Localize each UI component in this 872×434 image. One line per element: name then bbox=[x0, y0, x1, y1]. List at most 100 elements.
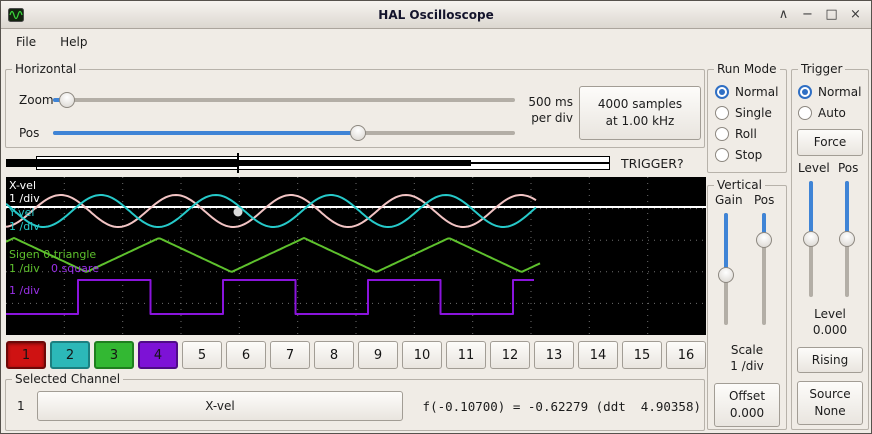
trigger-group-label: Trigger bbox=[798, 62, 845, 76]
radio-label: Roll bbox=[735, 127, 757, 141]
channel-button-16[interactable]: 16 bbox=[666, 341, 706, 369]
trigger-pos-label: Pos bbox=[838, 161, 858, 175]
svg-text:1 /div: 1 /div bbox=[9, 284, 40, 297]
run-mode-group-label: Run Mode bbox=[714, 62, 780, 76]
channel-button-12[interactable]: 12 bbox=[490, 341, 530, 369]
force-button[interactable]: Force bbox=[797, 129, 863, 156]
scale-label: Scale bbox=[707, 343, 787, 357]
trigger-source-line2: None bbox=[814, 403, 845, 420]
svg-text:Y-vel: Y-vel bbox=[8, 206, 34, 219]
vertical-group-label: Vertical bbox=[714, 178, 765, 192]
channel-button-6[interactable]: 6 bbox=[226, 341, 266, 369]
svg-text:0.square: 0.square bbox=[51, 262, 99, 275]
zoom-slider-track bbox=[53, 98, 515, 102]
pos-slider-fill bbox=[53, 131, 358, 135]
timebase-readout: 500 ms per div bbox=[513, 94, 573, 126]
radio-unselected-icon bbox=[715, 106, 729, 120]
selected-channel-group-label: Selected Channel bbox=[12, 372, 123, 386]
channel-button-5[interactable]: 5 bbox=[182, 341, 222, 369]
radio-option-roll[interactable]: Roll bbox=[715, 123, 778, 144]
minimize-button[interactable]: − bbox=[800, 6, 815, 24]
trigger-edge-button[interactable]: Rising bbox=[797, 347, 863, 373]
radio-option-normal[interactable]: Normal bbox=[715, 81, 778, 102]
channel-button-10[interactable]: 10 bbox=[402, 341, 442, 369]
channel-button-1[interactable]: 1 bbox=[6, 341, 46, 369]
vertical-pos-label: Pos bbox=[754, 193, 774, 207]
channel-button-13[interactable]: 13 bbox=[534, 341, 574, 369]
pos-slider-handle[interactable] bbox=[350, 125, 366, 141]
radio-selected-icon bbox=[798, 85, 812, 99]
shade-button[interactable]: ∧ bbox=[776, 6, 791, 24]
channel-button-15[interactable]: 15 bbox=[622, 341, 662, 369]
trigger-pos-slider[interactable] bbox=[839, 181, 855, 297]
scope-display[interactable]: X-vel1 /divY-vel1 /divSigen 0.triangle1 … bbox=[6, 177, 706, 335]
radio-option-stop[interactable]: Stop bbox=[715, 144, 778, 165]
trigger-mode-options: Normal Auto bbox=[798, 81, 861, 123]
trigger-level-slider[interactable] bbox=[803, 181, 819, 297]
timebase-unit: per div bbox=[513, 110, 573, 126]
radio-option-normal[interactable]: Normal bbox=[798, 81, 861, 102]
offset-button[interactable]: Offset 0.000 bbox=[714, 383, 780, 427]
channel-name-button[interactable]: X-vel bbox=[37, 391, 403, 421]
vertical-gain-slider[interactable] bbox=[718, 213, 734, 325]
pos-slider[interactable] bbox=[53, 125, 515, 141]
timeline-overview[interactable] bbox=[6, 153, 706, 173]
radio-label: Normal bbox=[818, 85, 861, 99]
vertical-pos-handle[interactable] bbox=[756, 232, 772, 248]
zoom-slider[interactable] bbox=[53, 92, 515, 108]
radio-label: Stop bbox=[735, 148, 762, 162]
channel-button-9[interactable]: 9 bbox=[358, 341, 398, 369]
radio-option-single[interactable]: Single bbox=[715, 102, 778, 123]
window-controls: ∧ − □ × bbox=[776, 1, 863, 29]
vertical-gain-fill bbox=[724, 213, 728, 275]
channel-button-2[interactable]: 2 bbox=[50, 341, 90, 369]
channel-button-14[interactable]: 14 bbox=[578, 341, 618, 369]
window-title: HAL Oscilloscope bbox=[1, 1, 871, 29]
channel-button-11[interactable]: 11 bbox=[446, 341, 486, 369]
channel-button-3[interactable]: 3 bbox=[94, 341, 134, 369]
pos-label: Pos bbox=[19, 126, 39, 140]
svg-text:1 /div: 1 /div bbox=[9, 220, 40, 233]
channel-button-8[interactable]: 8 bbox=[314, 341, 354, 369]
zoom-slider-handle[interactable] bbox=[59, 92, 75, 108]
trigger-pos-handle[interactable] bbox=[839, 231, 855, 247]
radio-label: Normal bbox=[735, 85, 778, 99]
svg-text:X-vel: X-vel bbox=[9, 179, 36, 192]
menu-help[interactable]: Help bbox=[55, 33, 92, 51]
radio-label: Auto bbox=[818, 106, 846, 120]
vertical-gain-handle[interactable] bbox=[718, 267, 734, 283]
maximize-button[interactable]: □ bbox=[824, 6, 839, 24]
radio-label: Single bbox=[735, 106, 772, 120]
trigger-source-button[interactable]: Source None bbox=[797, 381, 863, 425]
vertical-gain-label: Gain bbox=[715, 193, 743, 207]
titlebar[interactable]: HAL Oscilloscope ∧ − □ × bbox=[1, 1, 871, 29]
timeline-canvas bbox=[6, 153, 706, 173]
radio-option-auto[interactable]: Auto bbox=[798, 102, 861, 123]
samples-button[interactable]: 4000 samples at 1.00 kHz bbox=[579, 86, 701, 140]
scope-canvas: X-vel1 /divY-vel1 /divSigen 0.triangle1 … bbox=[6, 177, 706, 335]
trigger-question-label: TRIGGER? bbox=[621, 156, 684, 171]
trigger-level-label: Level bbox=[798, 161, 830, 175]
menubar: File Help bbox=[1, 30, 871, 54]
radio-unselected-icon bbox=[715, 127, 729, 141]
radio-selected-icon bbox=[715, 85, 729, 99]
timebase-value: 500 ms bbox=[513, 94, 573, 110]
channel-button-7[interactable]: 7 bbox=[270, 341, 310, 369]
channel-readout: f(-0.10700) = -0.62279 (ddt 4.90358) bbox=[407, 399, 701, 414]
vertical-pos-slider[interactable] bbox=[756, 213, 772, 325]
trigger-level-value: 0.000 bbox=[791, 323, 869, 337]
run-mode-options: Normal Single Roll Stop bbox=[715, 81, 778, 165]
svg-text:1 /div: 1 /div bbox=[9, 262, 40, 275]
svg-text:1 /div: 1 /div bbox=[9, 192, 40, 205]
trigger-source-line1: Source bbox=[809, 386, 850, 403]
samples-line1: 4000 samples bbox=[598, 96, 682, 113]
trigger-level-handle[interactable] bbox=[803, 231, 819, 247]
channel-buttons: 12345678910111213141516 bbox=[6, 341, 706, 369]
menu-file[interactable]: File bbox=[11, 33, 41, 51]
svg-text:Sigen 0.triangle: Sigen 0.triangle bbox=[9, 248, 96, 261]
offset-line1: Offset bbox=[729, 388, 765, 405]
close-button[interactable]: × bbox=[848, 6, 863, 24]
trigger-level-value-label: Level bbox=[791, 307, 869, 321]
channel-button-4[interactable]: 4 bbox=[138, 341, 178, 369]
selected-channel-number: 1 bbox=[17, 399, 25, 413]
